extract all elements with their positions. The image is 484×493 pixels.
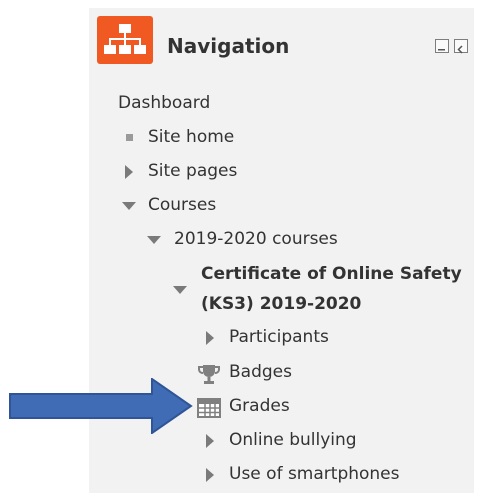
collapse-icon[interactable] xyxy=(173,286,187,294)
nav-item-smartphones[interactable]: Use of smartphones xyxy=(229,464,400,484)
expand-icon[interactable] xyxy=(125,165,133,179)
course-title-line2: (KS3) 2019-2020 xyxy=(201,294,362,314)
dock-icon[interactable] xyxy=(435,39,449,53)
bullet-icon xyxy=(126,134,133,141)
block-title: Navigation xyxy=(167,34,290,58)
expand-icon[interactable] xyxy=(206,434,214,448)
nav-item-online-bullying[interactable]: Online bullying xyxy=(229,430,357,450)
nav-item-courses[interactable]: Courses xyxy=(148,195,216,215)
trophy-icon xyxy=(197,362,221,386)
nav-item-category[interactable]: 2019-2020 courses xyxy=(174,229,338,249)
nav-item-grades[interactable]: Grades xyxy=(229,396,290,416)
nav-item-dashboard[interactable]: Dashboard xyxy=(118,93,210,113)
expand-icon[interactable] xyxy=(206,468,214,482)
collapse-icon[interactable] xyxy=(147,236,161,244)
sitemap-icon xyxy=(97,16,153,64)
course-title-line1: Certificate of Online Safety xyxy=(201,264,462,284)
annotation-arrow xyxy=(9,377,194,438)
nav-item-badges[interactable]: Badges xyxy=(229,362,292,382)
grades-table-icon xyxy=(197,397,221,419)
nav-item-site-pages[interactable]: Site pages xyxy=(148,161,237,181)
collapse-icon[interactable] xyxy=(122,202,136,210)
nav-item-site-home[interactable]: Site home xyxy=(148,127,234,147)
hide-block-icon[interactable] xyxy=(454,39,468,54)
nav-item-course[interactable]: Certificate of Online Safety (KS3) 2019-… xyxy=(201,259,462,319)
expand-icon[interactable] xyxy=(206,331,214,345)
nav-item-participants[interactable]: Participants xyxy=(229,327,329,347)
